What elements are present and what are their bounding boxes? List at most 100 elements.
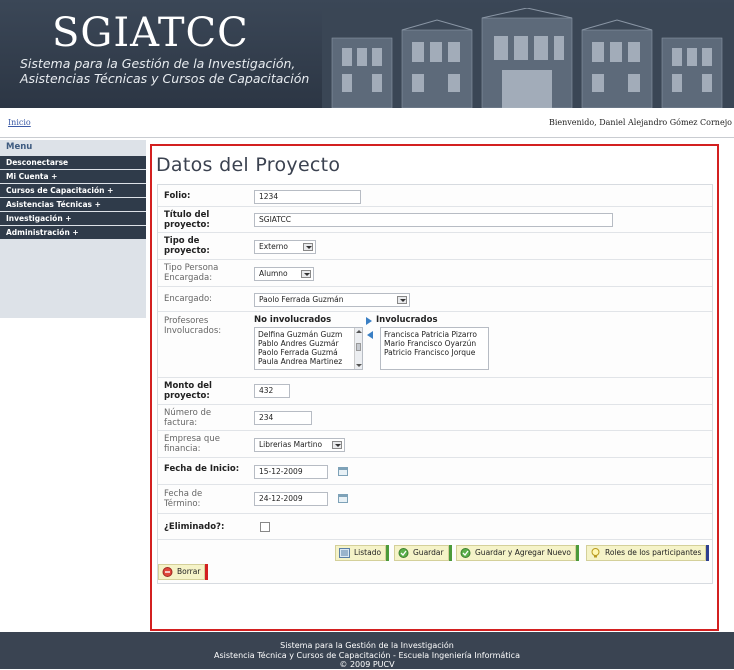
top-bar: Inicio Bienvenido, Daniel Alejandro Góme… bbox=[0, 108, 734, 138]
home-link[interactable]: Inicio bbox=[8, 118, 31, 127]
empresa-label-1: Empresa que bbox=[164, 434, 220, 444]
tipo-persona-label-1: Tipo Persona bbox=[164, 263, 219, 273]
borrar-label: Borrar bbox=[177, 567, 201, 576]
calendar-icon[interactable] bbox=[338, 467, 348, 476]
monto-label-1: Monto del bbox=[164, 381, 212, 391]
profesores-label-1: Profesores bbox=[164, 316, 209, 326]
empresa-select-value: Librerias Martino bbox=[259, 440, 323, 449]
titulo-row: Título del proyecto: SGIATCC bbox=[158, 207, 712, 233]
empresa-label: Empresa que financia: bbox=[164, 434, 220, 454]
sidebar-item-administracion[interactable]: Administración + bbox=[0, 226, 146, 239]
borrar-button[interactable]: Borrar bbox=[158, 564, 209, 580]
not-involved-item[interactable]: Paolo Ferrada Guzmá bbox=[258, 348, 359, 357]
eliminado-row: ¿Eliminado?: bbox=[158, 514, 712, 540]
sidebar: Menu Desconectarse Mi Cuenta + Cursos de… bbox=[0, 140, 146, 318]
factura-input[interactable]: 234 bbox=[254, 411, 312, 425]
empresa-select[interactable]: Librerias Martino bbox=[254, 438, 345, 452]
profesores-row: Profesores Involucrados: No involucrados… bbox=[158, 312, 712, 378]
encargado-select[interactable]: Paolo Ferrada Guzmán bbox=[254, 293, 410, 307]
titulo-label-1: Título del bbox=[164, 210, 210, 220]
tipo-select[interactable]: Externo bbox=[254, 240, 316, 254]
tipo-label: Tipo de proyecto: bbox=[164, 236, 210, 256]
subtitle-line-1: Sistema para la Gestión de la Investigac… bbox=[20, 56, 296, 71]
folio-input[interactable]: 1234 bbox=[254, 190, 361, 204]
involved-item[interactable]: Francisca Patricia Pizarro bbox=[384, 330, 485, 339]
factura-label-2: factura: bbox=[164, 418, 198, 428]
button-stripe bbox=[706, 545, 710, 561]
guardar-nuevo-button[interactable]: Guardar y Agregar Nuevo bbox=[456, 545, 580, 561]
encargado-row: Encargado: Paolo Ferrada Guzmán bbox=[158, 287, 712, 312]
not-involved-item[interactable]: Paula Andrea Martinez bbox=[258, 357, 359, 366]
scroll-up-icon[interactable] bbox=[356, 330, 362, 333]
not-involved-header: No involucrados bbox=[254, 315, 332, 325]
tipo-persona-label-2: Encargada: bbox=[164, 273, 213, 283]
profesores-label: Profesores Involucrados: bbox=[164, 316, 221, 336]
factura-label-1: Número de bbox=[164, 408, 212, 418]
fecha-termino-label-1: Fecha de bbox=[164, 489, 203, 499]
chevron-down-icon bbox=[303, 243, 313, 251]
tipo-persona-row: Tipo Persona Encargada: Alumno bbox=[158, 260, 712, 287]
welcome-message: Bienvenido, Daniel Alejandro Gómez Corne… bbox=[548, 118, 732, 127]
encargado-select-value: Paolo Ferrada Guzmán bbox=[259, 295, 344, 304]
guardar-nuevo-label: Guardar y Agregar Nuevo bbox=[475, 548, 572, 557]
move-right-icon[interactable] bbox=[366, 317, 372, 325]
tipo-label-2: proyecto: bbox=[164, 246, 210, 256]
sidebar-item-cursos[interactable]: Cursos de Capacitación + bbox=[0, 184, 146, 197]
listado-button[interactable]: Listado bbox=[335, 545, 390, 561]
sidebar-item-mi-cuenta[interactable]: Mi Cuenta + bbox=[0, 170, 146, 183]
empresa-row: Empresa que financia: Librerias Martino bbox=[158, 431, 712, 458]
fecha-inicio-input[interactable]: 15-12-2009 bbox=[254, 465, 328, 479]
fecha-termino-input[interactable]: 24-12-2009 bbox=[254, 492, 328, 506]
monto-input[interactable]: 432 bbox=[254, 384, 290, 398]
empresa-label-2: financia: bbox=[164, 444, 201, 454]
involved-item[interactable]: Mario Francisco Oyarzún bbox=[384, 339, 485, 348]
tipo-persona-select[interactable]: Alumno bbox=[254, 267, 314, 281]
scroll-thumb[interactable] bbox=[356, 343, 361, 351]
button-stripe bbox=[576, 545, 580, 561]
lightbulb-icon bbox=[591, 548, 600, 558]
sidebar-item-investigacion[interactable]: Investigación + bbox=[0, 212, 146, 225]
move-left-icon[interactable] bbox=[367, 331, 373, 339]
sidebar-item-desconectarse[interactable]: Desconectarse bbox=[0, 156, 146, 169]
check-icon bbox=[398, 548, 409, 558]
not-involved-item[interactable]: Pablo Andres Guzmár bbox=[258, 339, 359, 348]
list-icon bbox=[339, 548, 350, 558]
titulo-label: Título del proyecto: bbox=[164, 210, 210, 230]
page-title: Datos del Proyecto bbox=[156, 154, 341, 176]
involved-list[interactable]: Francisca Patricia Pizarro Mario Francis… bbox=[380, 327, 489, 370]
menu-title: Menu bbox=[0, 140, 146, 156]
involved-item[interactable]: Patricio Francisco Jorque bbox=[384, 348, 485, 357]
scroll-down-icon[interactable] bbox=[356, 364, 362, 367]
roles-button[interactable]: Roles de los participantes bbox=[586, 545, 710, 561]
site-header: SGIATCC Sistema para la Gestión de la In… bbox=[0, 0, 734, 108]
factura-label: Número de factura: bbox=[164, 408, 211, 428]
eliminado-checkbox[interactable] bbox=[260, 522, 270, 532]
footer-line-2: Asistencia Técnica y Cursos de Capacitac… bbox=[214, 650, 520, 660]
list-scrollbar[interactable] bbox=[354, 328, 362, 369]
chevron-down-icon bbox=[397, 296, 407, 304]
folio-row: Folio: 1234 bbox=[158, 185, 712, 207]
tipo-label-1: Tipo de bbox=[164, 236, 200, 246]
sidebar-item-asistencias[interactable]: Asistencias Técnicas + bbox=[0, 198, 146, 211]
footer-line-3: © 2009 PUCV bbox=[339, 660, 395, 669]
button-stripe bbox=[205, 564, 209, 580]
button-stripe bbox=[448, 545, 452, 561]
chevron-down-icon bbox=[332, 441, 342, 449]
involved-header: Involucrados bbox=[376, 315, 438, 325]
fecha-inicio-label: Fecha de Inicio: bbox=[164, 464, 240, 474]
not-involved-item[interactable]: Delfina Guzmán Guzm bbox=[258, 330, 359, 339]
button-area: Listado Guardar Guardar y Agregar Nuevo … bbox=[158, 540, 712, 583]
building-illustration bbox=[322, 8, 734, 108]
fecha-inicio-row: Fecha de Inicio: 15-12-2009 bbox=[158, 458, 712, 485]
roles-label: Roles de los participantes bbox=[605, 548, 702, 557]
chevron-down-icon bbox=[301, 270, 311, 278]
titulo-input[interactable]: SGIATCC bbox=[254, 213, 613, 227]
not-involved-list[interactable]: Delfina Guzmán Guzm Pablo Andres Guzmár … bbox=[254, 327, 363, 370]
check-icon bbox=[460, 548, 471, 558]
calendar-icon[interactable] bbox=[338, 494, 348, 503]
guardar-button[interactable]: Guardar bbox=[394, 545, 452, 561]
fecha-termino-label: Fecha de Término: bbox=[164, 489, 202, 509]
fecha-termino-label-2: Término: bbox=[164, 499, 201, 509]
main-panel: Datos del Proyecto Folio: 1234 Título de… bbox=[150, 144, 719, 631]
guardar-label: Guardar bbox=[413, 548, 444, 557]
